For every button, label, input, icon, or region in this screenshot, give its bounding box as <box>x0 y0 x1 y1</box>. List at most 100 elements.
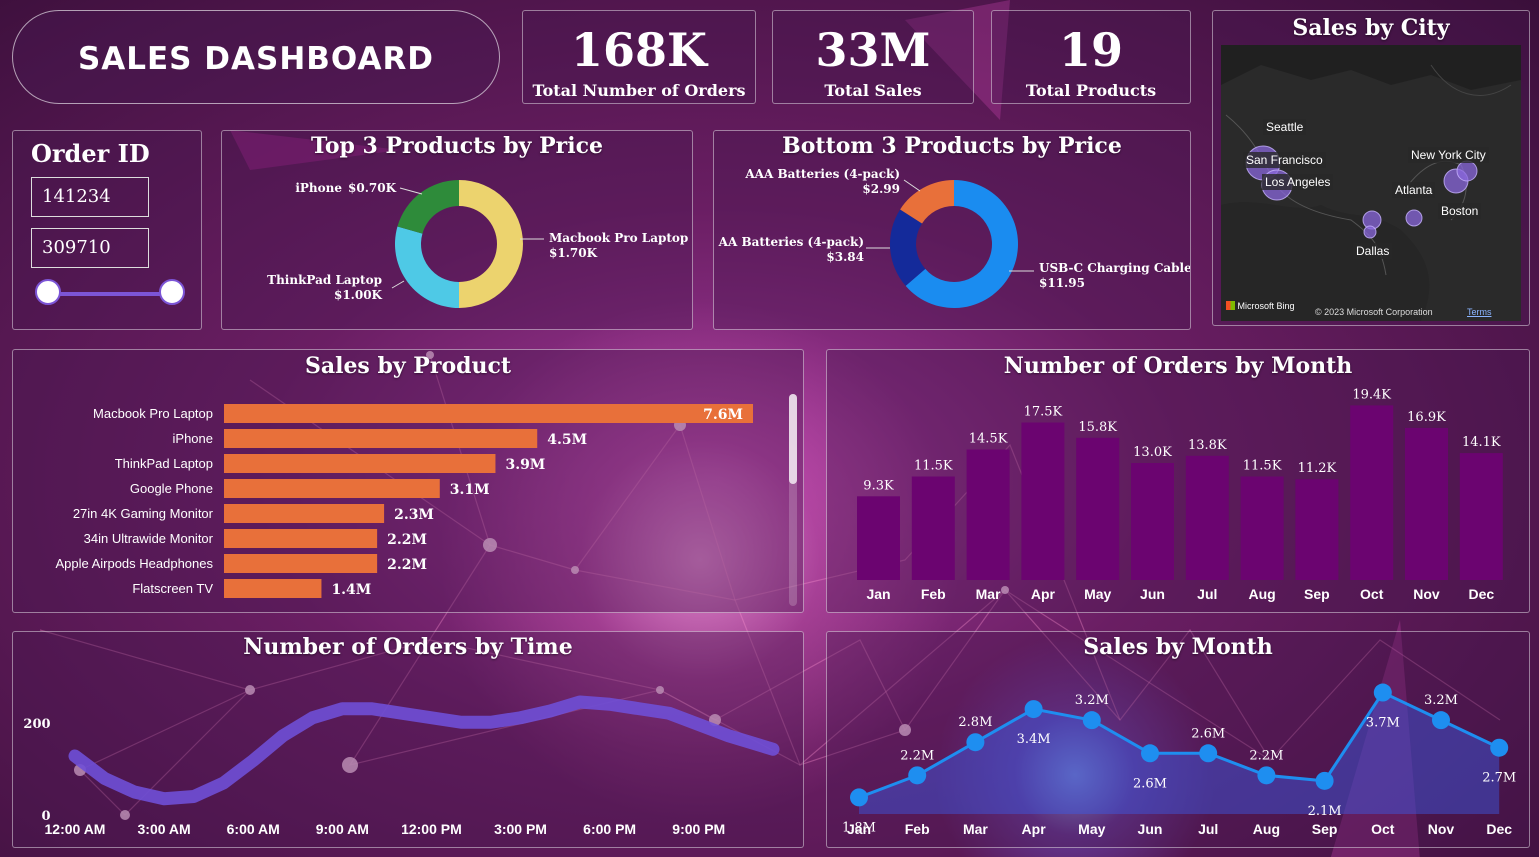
month-bar <box>911 476 955 580</box>
month-bar <box>1459 453 1503 580</box>
orders-by-time-chart: 12:00 AM 3:00 AM 6:00 AM 9:00 AM 12:00 PM 3:0… <box>23 695 780 837</box>
city-map[interactable]: Seattle San Francisco Los Angeles New Yo… <box>1221 45 1521 321</box>
city-label-atlanta: Atlanta <box>1392 182 1436 198</box>
month-bar <box>1240 476 1284 580</box>
slider-min-handle[interactable] <box>35 279 61 305</box>
order-id-max-input[interactable]: 309710 <box>31 228 149 268</box>
scrollbar-thumb[interactable] <box>789 394 797 484</box>
x-tick-label: 6:00 AM <box>227 821 280 837</box>
city-label-dallas: Dallas <box>1353 243 1393 259</box>
bar-data-label: 2.2M <box>387 557 427 573</box>
slice-label-category: ThinkPad Laptop <box>267 273 382 287</box>
order-id-filter-panel: Order ID 141234 309710 <box>12 130 202 330</box>
slider-max-handle[interactable] <box>159 279 185 305</box>
month-bar <box>1405 427 1448 580</box>
month-bar <box>1295 479 1339 580</box>
x-tick-label: Mar <box>976 586 1001 602</box>
slice-label-category: AA Batteries (4-pack) <box>718 235 864 249</box>
slice-label-value: $3.84 <box>826 250 864 264</box>
bar-data-label: 15.8K <box>1078 420 1117 435</box>
sales-by-city-panel: Sales by City Seattle San Francisco Los … <box>1212 10 1530 326</box>
x-tick-label: Jun <box>1140 586 1165 602</box>
top3-products-panel: Top 3 Products by Price Macbook Pro Lapt… <box>221 130 693 330</box>
sales-point <box>1141 744 1159 763</box>
sales-point <box>1257 766 1276 785</box>
orders-by-time-panel: Number of Orders by Time 12:00 AM 3:00 AM… <box>12 631 804 848</box>
order-id-min-input[interactable]: 141234 <box>31 177 149 217</box>
panel-title: Sales by City <box>1292 15 1450 41</box>
y-tick-label: 0 <box>41 809 50 824</box>
bar-data-label: 3.9M <box>505 457 545 473</box>
x-tick-label: 12:00 PM <box>401 821 462 837</box>
city-label-new-york: New York City <box>1408 147 1489 163</box>
month-bar <box>1076 437 1120 580</box>
x-tick-label: Dec <box>1468 586 1494 602</box>
scrollbar[interactable] <box>789 394 797 606</box>
bar-data-label: 13.8K <box>1188 438 1227 453</box>
kpi-total-orders: 168K Total Number of Orders <box>522 10 756 104</box>
sales-point <box>908 766 927 785</box>
sales-point <box>1024 700 1043 719</box>
filter-title: Order ID <box>31 139 150 168</box>
bing-logo-text: Microsoft Bing <box>1237 301 1295 311</box>
x-tick-label: 9:00 PM <box>672 821 725 837</box>
dashboard-title-box: SALES DASHBOARD <box>12 10 500 104</box>
kpi-value: 168K <box>570 23 707 77</box>
map-terms-link[interactable]: Terms <box>1467 307 1492 317</box>
order-id-range-slider[interactable] <box>35 279 185 309</box>
y-tick-label: 200 <box>23 717 50 732</box>
bar-data-label: 14.5K <box>969 432 1008 447</box>
slice-leader-line <box>399 187 423 195</box>
sales-point <box>1199 744 1218 763</box>
point-data-label: 2.1M <box>1308 804 1342 819</box>
x-tick-label: Sep <box>1304 586 1330 602</box>
kpi-label: Total Number of Orders <box>532 81 746 100</box>
bar-data-label: 14.1K <box>1462 435 1501 450</box>
sales-point <box>1432 711 1450 730</box>
point-data-label: 3.2M <box>1075 693 1109 708</box>
month-bar <box>1021 422 1065 580</box>
sales-point <box>1082 711 1101 730</box>
month-bar <box>1131 463 1174 580</box>
bar-category-label: iPhone <box>173 431 213 446</box>
product-bar <box>224 404 753 423</box>
product-bar <box>224 479 440 498</box>
bar-data-label: 19.4K <box>1352 387 1391 402</box>
product-bar <box>224 579 322 598</box>
x-tick-label: Oct <box>1360 586 1384 602</box>
x-tick-label: Jul <box>1197 586 1217 602</box>
microsoft-bing-logo: Microsoft Bing <box>1226 301 1295 311</box>
slice-label-value: $11.95 <box>1039 276 1085 290</box>
x-tick-label: Jan <box>866 586 890 602</box>
sales-point <box>1490 738 1509 757</box>
bar-data-label: 7.6M <box>703 407 743 423</box>
kpi-total-products: 19 Total Products <box>991 10 1191 104</box>
month-bar <box>966 449 1010 580</box>
donut-slice <box>459 180 523 308</box>
point-data-label: 2.6M <box>1191 726 1225 741</box>
point-data-label: 2.7M <box>1482 771 1516 786</box>
bottom3-donut-chart: USB-C Charging Cable$11.95 AA Batteries (… <box>718 167 1190 308</box>
slice-label-value: $1.00K <box>334 288 383 302</box>
month-bar <box>1350 405 1394 580</box>
slice-label-value: $2.99 <box>862 182 900 196</box>
x-tick-label: Dec <box>1486 821 1512 837</box>
x-tick-label: 3:00 PM <box>494 821 547 837</box>
bar-data-label: 13.0K <box>1133 445 1172 460</box>
bar-data-label: 11.5K <box>914 459 953 474</box>
bar-category-label: Google Phone <box>130 481 213 496</box>
x-tick-label: Aug <box>1253 821 1280 837</box>
top3-donut-chart: Macbook Pro Laptop$1.70KThinkPad Laptop$… <box>267 180 688 308</box>
point-data-label: 2.6M <box>1133 776 1167 791</box>
sales-point <box>966 733 985 752</box>
slice-leader-line <box>903 179 921 192</box>
sales-point <box>1373 683 1392 702</box>
x-tick-label: Feb <box>905 821 930 837</box>
x-tick-label: Jun <box>1138 821 1163 837</box>
point-data-label: 2.2M <box>900 748 934 763</box>
product-bar <box>224 554 378 573</box>
bar-data-label: 2.2M <box>387 532 427 548</box>
bar-category-label: Macbook Pro Laptop <box>93 406 213 421</box>
orders-time-line <box>68 695 780 806</box>
sales-by-month-chart: 1.8MJan2.2MFeb2.8MMar3.4MApr3.2MMay2.6MJ… <box>842 683 1516 837</box>
